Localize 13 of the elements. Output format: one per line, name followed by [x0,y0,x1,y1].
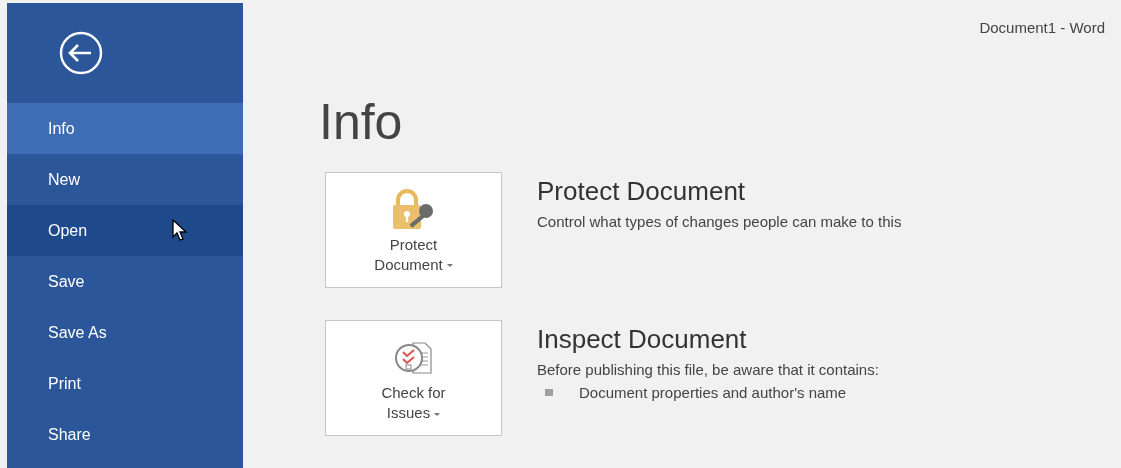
section-heading: Inspect Document [537,323,748,355]
sidebar-item[interactable]: Open [7,205,243,256]
section-description: Before publishing this file, be aware that it contains: [537,360,879,378]
window-title: Document1 - Word [979,19,1105,36]
section-heading: Protect Document [537,175,747,207]
inspect-button[interactable]: Check for Issues [325,319,502,436]
bullet-icon [545,388,553,396]
section-description: Control what types of changes people can make to this [537,212,902,230]
sidebar-item[interactable]: Info [7,103,243,154]
protect-button[interactable]: Protect Document [325,171,502,288]
bullet-text: Document properties and author's name [579,383,847,401]
page-title: Info [319,97,404,152]
cursor-icon [172,219,188,241]
